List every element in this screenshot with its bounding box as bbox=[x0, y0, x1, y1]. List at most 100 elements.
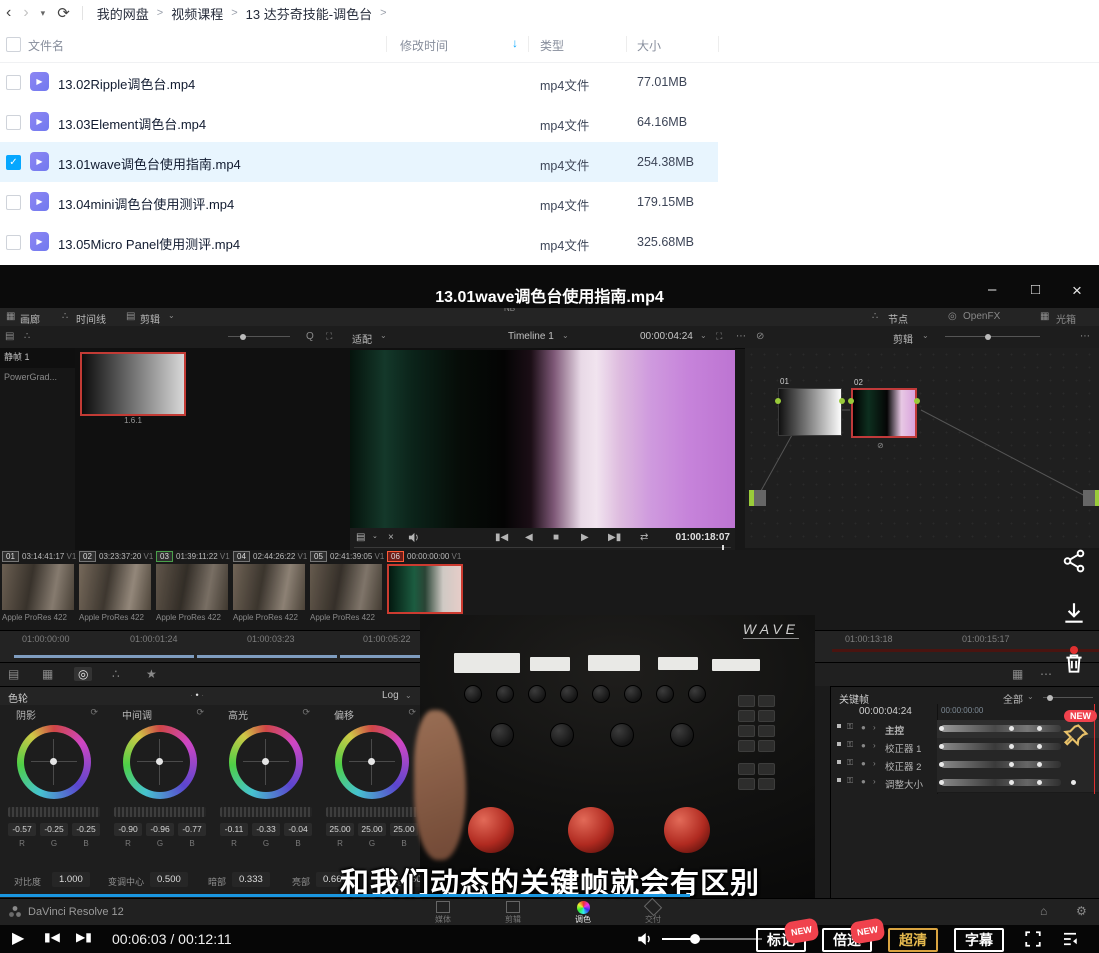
rgb-mixer-icon[interactable]: ∴ bbox=[112, 667, 120, 681]
history-dropdown-icon[interactable]: ▾ bbox=[41, 8, 46, 19]
keyframe-row[interactable]: ⚿ ● › 校正器 1 bbox=[831, 738, 937, 756]
timeline-tab[interactable]: 时间线 bbox=[76, 311, 106, 326]
delete-icon[interactable] bbox=[1061, 650, 1087, 676]
keyframe-track[interactable] bbox=[937, 774, 1099, 793]
stop-icon[interactable]: ■ bbox=[553, 532, 559, 543]
playlist-icon[interactable] bbox=[1060, 930, 1080, 948]
breadcrumb-current-folder[interactable]: 13 达芬奇技能-调色台 bbox=[246, 4, 372, 23]
node-input-dot[interactable] bbox=[775, 398, 781, 404]
goto-end-icon[interactable]: ▶▮ bbox=[608, 532, 621, 543]
previous-button[interactable]: ▮◀ bbox=[44, 930, 60, 944]
page-edit[interactable]: 剪辑 bbox=[488, 901, 538, 925]
monitor-icon[interactable]: ▤ bbox=[356, 532, 365, 543]
clip-thumbnail[interactable] bbox=[310, 564, 382, 610]
offset-color-wheel[interactable] bbox=[335, 725, 409, 799]
fit-dropdown[interactable]: 适配 bbox=[352, 331, 372, 346]
param-value[interactable]: 1.000 bbox=[52, 872, 90, 887]
expand-arrow[interactable]: › bbox=[873, 723, 876, 732]
row-checkbox[interactable] bbox=[6, 235, 21, 250]
next-button[interactable]: ▶▮ bbox=[76, 930, 92, 944]
tree-icon[interactable]: ∴ bbox=[24, 331, 30, 342]
page-color-active[interactable]: 调色 bbox=[558, 901, 608, 925]
camera-raw-icon[interactable]: ▤ bbox=[8, 667, 19, 681]
clip-thumbnail[interactable] bbox=[2, 564, 74, 610]
mode-dropdown[interactable]: Log bbox=[382, 690, 399, 701]
keyframe-mode-dot[interactable]: ● bbox=[861, 759, 866, 768]
stills-album[interactable]: 静帧 1 bbox=[0, 348, 75, 368]
node-zoom-slider[interactable] bbox=[945, 336, 1040, 337]
column-type[interactable]: 类型 bbox=[540, 37, 564, 54]
expand-icon[interactable]: ⛶ bbox=[326, 331, 332, 342]
value-g[interactable]: -0.33 bbox=[252, 823, 280, 836]
node-input-dot[interactable] bbox=[848, 398, 854, 404]
offset-master-wheel[interactable] bbox=[326, 807, 418, 817]
close-icon[interactable]: × bbox=[1072, 281, 1082, 301]
loop-icon[interactable]: ⇄ bbox=[640, 532, 648, 543]
snapshot-icon[interactable]: ▦ bbox=[1012, 667, 1023, 681]
file-row[interactable]: ▶ 13.03Element调色台.mp4 mp4文件 64.16MB bbox=[0, 102, 718, 142]
subtitle-button[interactable]: 字幕 bbox=[954, 928, 1004, 952]
file-row[interactable]: ▶ 13.04mini调色台使用测评.mp4 mp4文件 179.15MB bbox=[0, 182, 718, 222]
value-b[interactable]: 25.00 bbox=[390, 823, 418, 836]
keyframe-mode-dot[interactable]: ● bbox=[861, 741, 866, 750]
node-zoom-handle[interactable] bbox=[985, 334, 991, 340]
keyframe-zoom-handle[interactable] bbox=[1047, 695, 1053, 701]
quality-button[interactable]: 超清 bbox=[888, 928, 938, 952]
node-01[interactable]: 01 bbox=[778, 388, 842, 436]
source-input-node[interactable] bbox=[749, 490, 766, 506]
lock-icon[interactable]: ⚿ bbox=[847, 758, 853, 768]
keyframe-row[interactable]: ⚿ ● › 调整大小 bbox=[831, 774, 937, 792]
lightbox-tab[interactable]: 光箱 bbox=[1056, 311, 1076, 326]
file-name[interactable]: 13.05Micro Panel使用测评.mp4 bbox=[58, 234, 240, 253]
play-button[interactable]: ▶ bbox=[12, 928, 24, 948]
node-02-selected[interactable]: 02 ⊘ bbox=[851, 388, 917, 438]
clip-header-selected[interactable]: 0600:00:00:00 V1 bbox=[387, 551, 461, 563]
enable-dot[interactable] bbox=[837, 778, 841, 782]
minimize-icon[interactable]: – bbox=[988, 281, 996, 298]
keyframe-row[interactable]: ⚿ ● › 校正器 2 bbox=[831, 756, 937, 774]
breadcrumb-video-course[interactable]: 视频课程 bbox=[171, 4, 223, 23]
clip-header[interactable]: 0502:41:39:05 V1 bbox=[310, 551, 384, 563]
motion-effects-icon[interactable]: ★ bbox=[146, 667, 157, 681]
timeline-clip-bar[interactable] bbox=[14, 655, 194, 658]
value-r[interactable]: -0.57 bbox=[8, 823, 36, 836]
reset-icon[interactable]: ⟳ bbox=[408, 707, 416, 718]
color-wheels-icon[interactable]: ◎ bbox=[74, 667, 92, 681]
powergrade-album[interactable]: PowerGrad... bbox=[0, 368, 75, 386]
file-name[interactable]: 13.02Ripple调色台.mp4 bbox=[58, 74, 195, 93]
keyframe-track[interactable] bbox=[937, 756, 1099, 775]
palette-options-icon[interactable]: ⋯ bbox=[1040, 667, 1052, 681]
lift-color-wheel[interactable] bbox=[17, 725, 91, 799]
maximize-icon[interactable]: □ bbox=[1031, 281, 1040, 298]
value-b[interactable]: -0.04 bbox=[284, 823, 312, 836]
keyframe-mode-dot[interactable]: ● bbox=[861, 723, 866, 732]
back-icon[interactable]: ‹ bbox=[6, 4, 11, 22]
page-dots[interactable]: · • · bbox=[190, 690, 204, 700]
row-checkbox[interactable] bbox=[6, 115, 21, 130]
clip-header[interactable]: 0402:44:26:22 V1 bbox=[233, 551, 307, 563]
search-icon[interactable]: Q bbox=[306, 331, 314, 342]
sort-desc-icon[interactable]: ↓ bbox=[512, 36, 518, 50]
fullscreen-icon[interactable] bbox=[1024, 930, 1042, 948]
enable-dot[interactable] bbox=[837, 760, 841, 764]
value-r[interactable]: -0.90 bbox=[114, 823, 142, 836]
lock-icon[interactable]: ⚿ bbox=[847, 776, 853, 786]
keyframe-mode-dot[interactable]: ● bbox=[861, 777, 866, 786]
value-g[interactable]: -0.25 bbox=[40, 823, 68, 836]
timeline-clip-bar[interactable] bbox=[197, 655, 337, 658]
panel-icon[interactable]: ▤ bbox=[5, 331, 14, 342]
reset-icon[interactable]: ⟳ bbox=[90, 707, 98, 718]
lock-icon[interactable]: ⚿ bbox=[847, 722, 853, 732]
expand-arrow[interactable]: › bbox=[873, 777, 876, 786]
value-b[interactable]: -0.25 bbox=[72, 823, 100, 836]
options-icon[interactable]: ⋯ bbox=[736, 331, 746, 342]
file-row[interactable]: ▶ 13.02Ripple调色台.mp4 mp4文件 77.01MB bbox=[0, 62, 718, 102]
pin-icon[interactable] bbox=[1062, 722, 1090, 750]
file-row-selected[interactable]: ✓ ▶ 13.01wave调色台使用指南.mp4 mp4文件 254.38MB bbox=[0, 142, 718, 182]
zoom-slider-handle[interactable] bbox=[240, 334, 246, 340]
play-reverse-icon[interactable]: ◀ bbox=[525, 532, 533, 543]
column-filename[interactable]: 文件名 bbox=[28, 37, 64, 54]
timeline-name-dropdown[interactable]: Timeline 1 bbox=[508, 331, 554, 342]
row-checkbox[interactable] bbox=[6, 195, 21, 210]
gear-icon[interactable]: ⚙ bbox=[1076, 904, 1087, 918]
